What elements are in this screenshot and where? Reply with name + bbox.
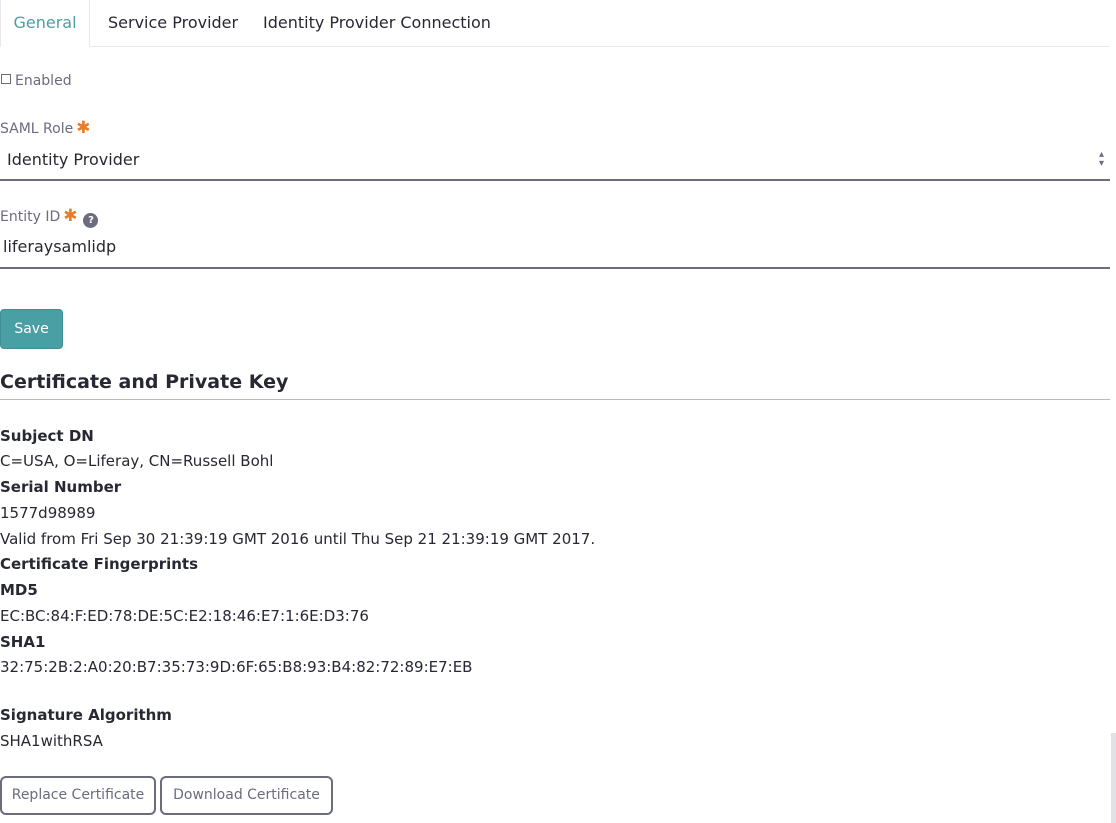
sha1-label: SHA1 [0,633,46,651]
md5-value: EC:BC:84:F:ED:78:DE:5C:E2:18:46:E7:1:6E:… [0,607,369,625]
md5-label: MD5 [0,581,38,599]
serial-number-value: 1577d98989 [0,504,96,522]
entity-id-input[interactable]: liferaysamlidp [0,229,1110,269]
saml-role-label-text: SAML Role [0,121,74,137]
scrollbar-thumb[interactable] [1111,733,1116,823]
saml-role-selected-value: Identity Provider [7,150,140,169]
tab-identity-provider-connection[interactable]: Identity Provider Connection [263,0,491,47]
asterisk-icon: ✱ [76,118,91,138]
question-circle-icon[interactable]: ? [83,213,99,228]
tab-general[interactable]: General [0,0,90,47]
entity-id-label: Entity ID ✱? [0,206,99,228]
enabled-label[interactable]: Enabled [15,71,72,91]
saml-role-label: SAML Role ✱ [0,118,90,139]
caret-double-icon: ▴ ▾ [1098,149,1104,169]
saml-role-select[interactable]: Identity Provider ▴ ▾ [0,141,1110,181]
fingerprints-label: Certificate Fingerprints [0,555,199,573]
subject-dn-value: C=USA, O=Liferay, CN=Russell Bohl [0,452,274,470]
certificate-section-title: Certificate and Private Key [0,371,1110,400]
signature-algorithm-label: Signature Algorithm [0,706,172,724]
download-certificate-button[interactable]: Download Certificate [160,776,333,815]
save-button[interactable]: Save [0,309,63,349]
subject-dn-label: Subject DN [0,427,94,445]
signature-algorithm-value: SHA1withRSA [0,732,103,750]
validity-text: Valid from Fri Sep 30 21:39:19 GMT 2016 … [0,530,596,548]
serial-number-label: Serial Number [0,478,122,496]
tab-service-provider[interactable]: Service Provider [108,0,238,47]
replace-certificate-button[interactable]: Replace Certificate [0,776,156,815]
tab-bar: General Service Provider Identity Provid… [0,0,1110,47]
asterisk-icon: ✱ [63,206,78,226]
entity-id-label-text: Entity ID [0,209,61,225]
entity-id-value: liferaysamlidp [3,237,117,256]
enabled-checkbox[interactable] [1,74,11,84]
sha1-value: 32:75:2B:2:A0:20:B7:35:73:9D:6F:65:B8:93… [0,658,473,676]
